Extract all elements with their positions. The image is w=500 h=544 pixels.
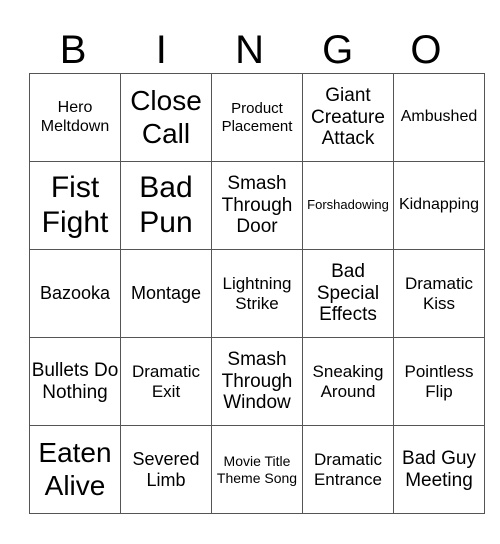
bingo-cell[interactable]: Bad Pun bbox=[120, 161, 212, 250]
bingo-cell[interactable]: Pointless Flip bbox=[393, 337, 485, 426]
bingo-cell[interactable]: Ambushed bbox=[393, 73, 485, 162]
bingo-header: B I N G O bbox=[29, 28, 470, 72]
bingo-cell[interactable]: Forshadowing bbox=[302, 161, 394, 250]
bingo-grid: Hero Meltdown Close Call Product Placeme… bbox=[29, 73, 485, 514]
bingo-cell[interactable]: Smash Through Door bbox=[211, 161, 303, 250]
bingo-cell[interactable]: Dramatic Kiss bbox=[393, 249, 485, 338]
bingo-cell[interactable]: Giant Creature Attack bbox=[302, 73, 394, 162]
bingo-cell[interactable]: Smash Through Window bbox=[211, 337, 303, 426]
header-letter-b: B bbox=[59, 28, 87, 72]
grid-row: Hero Meltdown Close Call Product Placeme… bbox=[29, 73, 485, 162]
bingo-cell[interactable]: Bad Guy Meeting bbox=[393, 425, 485, 514]
bingo-cell[interactable]: Bazooka bbox=[29, 249, 121, 338]
bingo-cell[interactable]: Bad Special Effects bbox=[302, 249, 394, 338]
bingo-cell[interactable]: Close Call bbox=[120, 73, 212, 162]
bingo-cell[interactable]: Movie Title Theme Song bbox=[211, 425, 303, 514]
header-letter-o: O bbox=[410, 28, 442, 72]
bingo-cell[interactable]: Dramatic Entrance bbox=[302, 425, 394, 514]
bingo-cell[interactable]: Montage bbox=[120, 249, 212, 338]
bingo-cell[interactable]: Eaten Alive bbox=[29, 425, 121, 514]
bingo-cell[interactable]: Severed Limb bbox=[120, 425, 212, 514]
header-letter-n: N bbox=[235, 28, 264, 72]
grid-row: Bazooka Montage Lightning Strike Bad Spe… bbox=[29, 249, 485, 338]
bingo-cell[interactable]: Lightning Strike bbox=[211, 249, 303, 338]
bingo-cell[interactable]: Dramatic Exit bbox=[120, 337, 212, 426]
bingo-cell[interactable]: Product Placement bbox=[211, 73, 303, 162]
header-letter-g: G bbox=[322, 28, 354, 72]
bingo-cell[interactable]: Bullets Do Nothing bbox=[29, 337, 121, 426]
bingo-cell[interactable]: Hero Meltdown bbox=[29, 73, 121, 162]
bingo-cell[interactable]: Fist Fight bbox=[29, 161, 121, 250]
grid-row: Eaten Alive Severed Limb Movie Title The… bbox=[29, 425, 485, 514]
header-letter-i: I bbox=[155, 28, 167, 72]
bingo-cell[interactable]: Sneaking Around bbox=[302, 337, 394, 426]
grid-row: Bullets Do Nothing Dramatic Exit Smash T… bbox=[29, 337, 485, 426]
bingo-cell[interactable]: Kidnapping bbox=[393, 161, 485, 250]
grid-row: Fist Fight Bad Pun Smash Through Door Fo… bbox=[29, 161, 485, 250]
